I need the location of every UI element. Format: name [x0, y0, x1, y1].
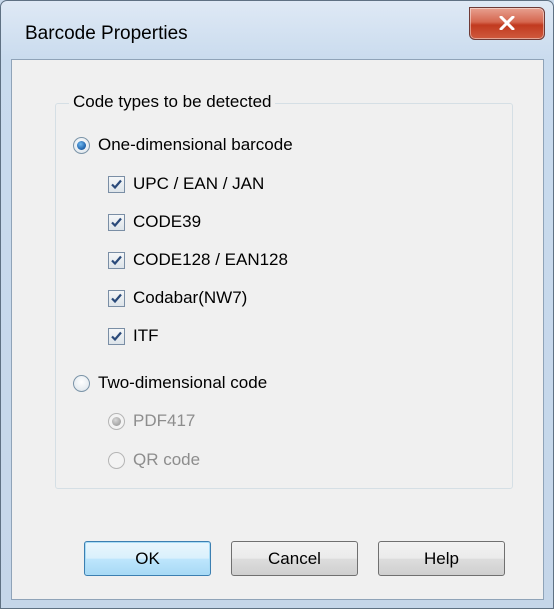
ok-button[interactable]: OK — [84, 541, 211, 576]
radio-two-dimensional-indicator[interactable] — [73, 374, 90, 392]
close-button[interactable] — [469, 7, 545, 40]
checkbox-upc-ean-jan[interactable]: UPC / EAN / JAN — [108, 174, 264, 194]
dialog-client-area: Code types to be detected One-dimensiona… — [11, 59, 544, 600]
radio-qr-code: QR code — [108, 450, 200, 470]
checkbox-codabar[interactable]: Codabar(NW7) — [108, 288, 247, 308]
checkbox-label: CODE39 — [133, 212, 202, 231]
checkbox-label: ITF — [133, 326, 159, 345]
checkmark-icon — [111, 331, 122, 341]
checkmark-icon — [111, 293, 122, 303]
radio-pdf417-indicator — [108, 412, 125, 430]
checkbox-indicator[interactable] — [108, 213, 125, 231]
radio-two-dimensional-label: Two-dimensional code — [98, 373, 268, 392]
help-button[interactable]: Help — [378, 541, 505, 576]
cancel-button[interactable]: Cancel — [231, 541, 358, 576]
checkbox-code39[interactable]: CODE39 — [108, 212, 201, 232]
window-title: Barcode Properties — [25, 23, 188, 44]
radio-two-dimensional[interactable]: Two-dimensional code — [73, 373, 267, 393]
checkbox-code128-ean128[interactable]: CODE128 / EAN128 — [108, 250, 288, 270]
checkbox-label: UPC / EAN / JAN — [133, 174, 265, 193]
checkmark-icon — [111, 217, 122, 227]
radio-one-dimensional-label: One-dimensional barcode — [98, 135, 293, 154]
checkbox-label: CODE128 / EAN128 — [133, 250, 288, 269]
group-legend: Code types to be detected — [69, 92, 276, 112]
radio-pdf417-label: PDF417 — [133, 411, 196, 430]
checkbox-label: Codabar(NW7) — [133, 288, 248, 307]
dialog-window: Barcode Properties Code types to be dete… — [0, 0, 554, 609]
checkbox-indicator[interactable] — [108, 327, 125, 345]
radio-one-dimensional[interactable]: One-dimensional barcode — [73, 135, 293, 155]
radio-qr-code-indicator — [108, 451, 125, 469]
checkbox-indicator[interactable] — [108, 289, 125, 307]
radio-pdf417: PDF417 — [108, 411, 195, 431]
checkbox-indicator[interactable] — [108, 175, 125, 193]
checkmark-icon — [111, 255, 122, 265]
close-icon — [499, 16, 515, 30]
checkmark-icon — [111, 179, 122, 189]
radio-qr-code-label: QR code — [133, 450, 201, 469]
radio-one-dimensional-indicator[interactable] — [73, 136, 90, 154]
checkbox-itf[interactable]: ITF — [108, 326, 159, 346]
checkbox-indicator[interactable] — [108, 251, 125, 269]
title-bar[interactable]: Barcode Properties — [1, 1, 553, 59]
